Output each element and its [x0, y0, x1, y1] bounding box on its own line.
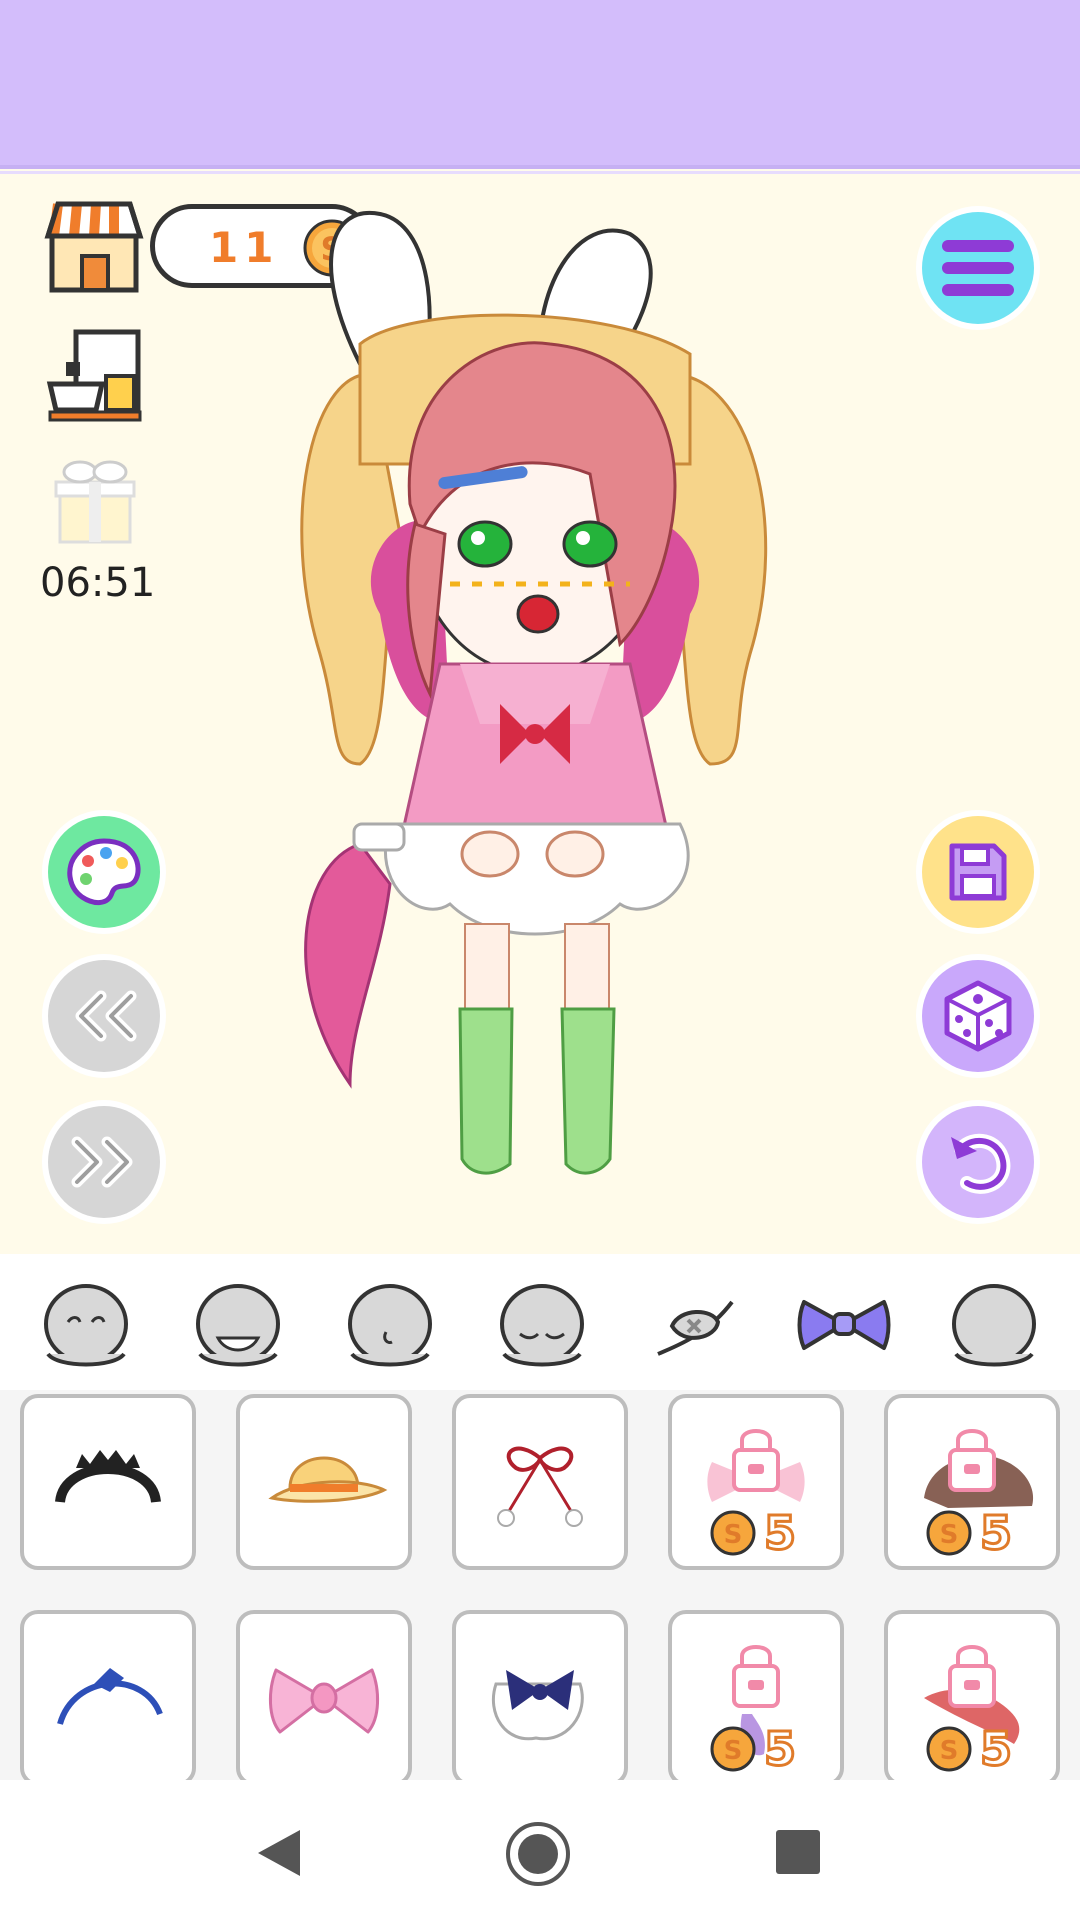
- gift-timer: 06:51: [40, 560, 156, 606]
- svg-text:S: S: [724, 1736, 743, 1766]
- undo-button[interactable]: [922, 1106, 1034, 1218]
- next-button[interactable]: [48, 1106, 160, 1218]
- item-pink-bow[interactable]: [236, 1610, 412, 1780]
- bow-accessory-tab-icon[interactable]: [796, 1276, 892, 1372]
- coin-count: 11: [209, 223, 280, 272]
- pink-bow-icon: [268, 1668, 380, 1734]
- eyepatch-tab-icon[interactable]: [646, 1276, 742, 1372]
- item-price: 5: [762, 1505, 797, 1562]
- blue-headband-icon: [57, 1668, 163, 1725]
- black-tiara-icon: [55, 1450, 161, 1504]
- coin-icon: S: [710, 1726, 756, 1772]
- item-purple-item-locked[interactable]: S 5: [668, 1610, 844, 1780]
- item-red-flower-locked[interactable]: S 5: [884, 1610, 1060, 1780]
- save-button[interactable]: [922, 816, 1034, 928]
- item-red-ribbon[interactable]: [452, 1394, 628, 1570]
- floppy-disk-icon: [949, 843, 1007, 901]
- chevron-double-left-icon: [75, 990, 137, 1042]
- item-price: 5: [762, 1721, 797, 1778]
- undo-icon: [951, 1134, 1011, 1194]
- item-yellow-hat[interactable]: [236, 1394, 412, 1570]
- coin-icon: S: [710, 1510, 756, 1556]
- item-brown-hat-locked[interactable]: S 5: [884, 1394, 1060, 1570]
- item-grid: S 5 S 5 S 5 S 5: [0, 1390, 1080, 1780]
- item-price: 5: [978, 1505, 1013, 1562]
- price-tag: S 5: [710, 1721, 798, 1778]
- yellow-hat-icon: [268, 1456, 388, 1503]
- palette-icon: [67, 838, 141, 905]
- navy-lace-bow-icon: [491, 1670, 584, 1741]
- previous-button[interactable]: [48, 960, 160, 1072]
- menu-button[interactable]: [922, 212, 1034, 324]
- top-ad-banner: [0, 0, 1080, 174]
- banner-divider: [0, 165, 1080, 169]
- price-tag: S 5: [710, 1505, 798, 1562]
- item-pink-bow-locked[interactable]: S 5: [668, 1394, 844, 1570]
- red-ribbon-icon: [497, 1446, 583, 1527]
- category-tab-bar: [0, 1254, 1080, 1390]
- recents-icon[interactable]: [774, 1828, 822, 1876]
- face-open-mouth-tab-icon[interactable]: [190, 1276, 286, 1372]
- item-price: 5: [978, 1721, 1013, 1778]
- item-blue-headband[interactable]: [20, 1610, 196, 1780]
- back-icon[interactable]: [252, 1826, 306, 1880]
- svg-text:S: S: [724, 1520, 743, 1550]
- price-tag: S 5: [926, 1505, 1014, 1562]
- coin-icon: S: [926, 1510, 972, 1556]
- item-navy-lace-bow[interactable]: [452, 1610, 628, 1780]
- face-blank-tab-icon[interactable]: [946, 1276, 1042, 1372]
- dice-icon: [944, 980, 1012, 1052]
- svg-text:S: S: [940, 1520, 959, 1550]
- random-button[interactable]: [922, 960, 1034, 1072]
- coin-icon: S: [926, 1726, 972, 1772]
- price-tag: S 5: [926, 1721, 1014, 1778]
- chevron-double-right-icon: [71, 1136, 133, 1188]
- face-side-tab-icon[interactable]: [342, 1276, 438, 1372]
- home-icon[interactable]: [504, 1820, 572, 1888]
- coffee-machine-icon[interactable]: [46, 326, 144, 424]
- chibi-character: [300, 210, 768, 1175]
- system-navigation-bar: [0, 1780, 1080, 1920]
- svg-text:S: S: [940, 1736, 959, 1766]
- face-sleepy-tab-icon[interactable]: [494, 1276, 590, 1372]
- gift-icon[interactable]: [52, 456, 138, 546]
- palette-button[interactable]: [48, 816, 160, 928]
- shop-icon[interactable]: [44, 196, 144, 296]
- face-happy-tab-icon[interactable]: [38, 1276, 134, 1372]
- hamburger-icon: [942, 240, 1014, 296]
- item-black-tiara[interactable]: [20, 1394, 196, 1570]
